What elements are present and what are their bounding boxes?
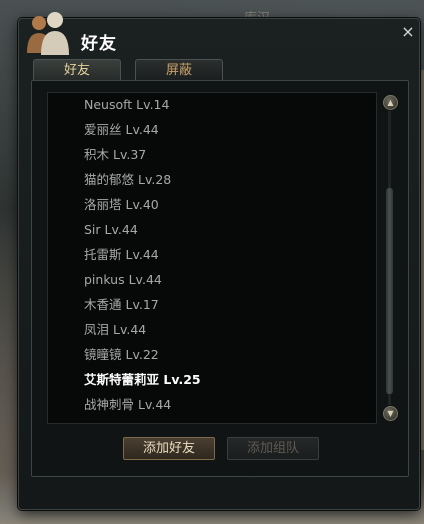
friend-list[interactable]: Neusoft Lv.14 爱丽丝 Lv.44 积木 Lv.37 猫的郁悠 Lv.28…: [47, 92, 377, 424]
scroll-down-icon[interactable]: ▼: [383, 406, 398, 421]
friends-panel: Neusoft Lv.14 爱丽丝 Lv.44 积木 Lv.37 猫的郁悠 Lv.28…: [31, 80, 409, 477]
friend-list-item[interactable]: 木香通 Lv.17: [48, 292, 376, 317]
close-icon[interactable]: ×: [399, 23, 417, 41]
friend-list-item[interactable]: 爱丽丝 Lv.44: [48, 117, 376, 142]
tab-friends[interactable]: 好友: [33, 59, 121, 81]
friend-list-item[interactable]: 洛丽塔 Lv.40: [48, 192, 376, 217]
scroll-thumb[interactable]: [386, 188, 393, 394]
friends-window: 好友 × 好友 屏蔽 Neusoft Lv.14 爱丽丝 Lv.44 积木 Lv.3…: [18, 12, 420, 510]
friend-list-item[interactable]: 托雷斯 Lv.44: [48, 242, 376, 267]
scroll-up-icon[interactable]: ▲: [383, 95, 398, 110]
window-title: 好友: [81, 34, 117, 54]
add-friend-button[interactable]: 添加好友: [123, 437, 215, 460]
friend-list-item[interactable]: 艾斯特蕾莉亚 Lv.25: [48, 367, 376, 392]
add-team-button[interactable]: 添加组队: [227, 437, 319, 460]
friend-list-item[interactable]: 战神刺骨 Lv.44: [48, 392, 376, 417]
friend-list-scrollbar[interactable]: ▲ ▼: [382, 95, 398, 421]
tab-block-list[interactable]: 屏蔽: [135, 59, 223, 81]
friend-list-viewport: Neusoft Lv.14 爱丽丝 Lv.44 积木 Lv.37 猫的郁悠 Lv.28…: [48, 93, 376, 423]
friend-list-item[interactable]: Neusoft Lv.14: [48, 93, 376, 117]
friend-list-item[interactable]: 凤泪 Lv.44: [48, 317, 376, 342]
friend-list-item[interactable]: 积木 Lv.37: [48, 142, 376, 167]
friend-list-item[interactable]: pinkus Lv.44: [48, 267, 376, 292]
friend-list-item[interactable]: 镜瞳镜 Lv.22: [48, 342, 376, 367]
friend-list-item[interactable]: 猫的郁悠 Lv.28: [48, 167, 376, 192]
friends-silhouette-icon: [27, 12, 69, 55]
friend-list-item[interactable]: Sir Lv.44: [48, 217, 376, 242]
